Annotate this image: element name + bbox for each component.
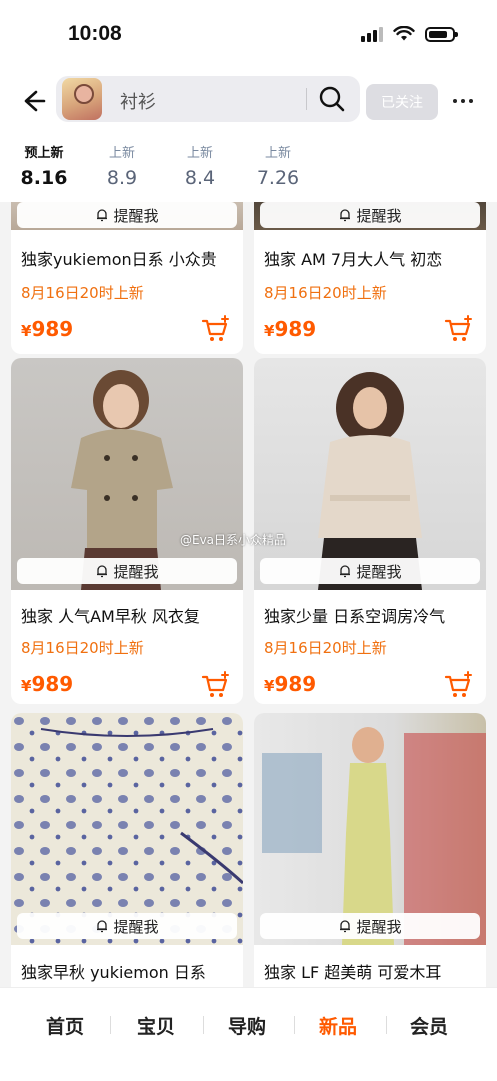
product-price: ¥989 <box>264 672 316 696</box>
price-currency: ¥ <box>21 677 32 695</box>
tab-8-16[interactable]: 预上新 8.16 <box>4 142 84 205</box>
nav-products[interactable]: 宝贝 <box>121 1012 191 1039</box>
add-to-cart-icon[interactable] <box>444 670 474 700</box>
price-value: 989 <box>274 317 317 341</box>
product-title[interactable]: 独家 AM 7月大人气 初恋 <box>264 246 442 270</box>
product-title[interactable]: 独家 人气AM早秋 风衣复 <box>21 603 200 627</box>
battery-icon <box>425 26 458 42</box>
tab-date: 8.16 <box>20 167 68 189</box>
model-figure <box>262 727 486 945</box>
remind-label: 提醒我 <box>356 562 402 581</box>
store-avatar <box>62 78 102 120</box>
tab-label: 上新 <box>264 146 291 161</box>
nav-home[interactable]: 首页 <box>30 1012 100 1039</box>
wifi-icon <box>393 26 415 41</box>
product-card[interactable]: 提醒我 独家 AM 7月大人气 初恋 8月16日20时上新 ¥989 <box>254 202 486 354</box>
tab-8-4[interactable]: 上新 8.4 <box>160 142 240 189</box>
more-icon[interactable] <box>448 88 478 114</box>
bell-icon <box>97 565 108 578</box>
follow-button[interactable]: 已关注 <box>366 84 438 120</box>
signal-icon <box>361 26 383 42</box>
product-image[interactable] <box>11 713 243 945</box>
tab-date: 7.26 <box>256 167 300 189</box>
product-price: ¥989 <box>264 317 316 341</box>
product-title[interactable]: 独家少量 日系空调房冷气 <box>264 603 445 627</box>
price-value: 989 <box>31 317 74 341</box>
launch-time: 8月16日20时上新 <box>264 639 387 657</box>
remind-label: 提醒我 <box>113 562 159 581</box>
tab-label: 上新 <box>186 146 213 161</box>
remind-button[interactable]: 提醒我 <box>17 558 237 584</box>
remind-button[interactable]: 提醒我 <box>260 202 480 228</box>
product-price: ¥989 <box>21 317 73 341</box>
back-arrow-icon[interactable] <box>16 84 50 118</box>
add-to-cart-icon[interactable] <box>201 670 231 700</box>
launch-time: 8月16日20时上新 <box>264 284 387 302</box>
remind-label: 提醒我 <box>356 206 402 225</box>
search-query[interactable]: 衬衫 <box>120 88 156 114</box>
nav-divider <box>386 1016 387 1034</box>
tab-label: 预上新 <box>24 146 64 161</box>
date-tabs: 预上新 8.16 上新 8.9 上新 8.4 上新 7.26 <box>0 130 497 205</box>
launch-time: 8月16日20时上新 <box>21 639 144 657</box>
remind-button[interactable]: 提醒我 <box>17 913 237 939</box>
nav-new-arrivals[interactable]: 新品 <box>303 1012 373 1039</box>
bottom-nav: 首页 宝贝 导购 新品 会员 <box>0 987 497 1081</box>
search-divider <box>306 88 307 110</box>
status-icons <box>361 26 458 42</box>
bell-icon <box>97 920 108 933</box>
launch-time: 8月16日20时上新 <box>21 284 144 302</box>
pattern-fabric <box>11 713 243 945</box>
product-image[interactable] <box>254 358 486 590</box>
tab-date: 8.9 <box>106 167 138 189</box>
remind-button[interactable]: 提醒我 <box>260 558 480 584</box>
store-header: 衬衫 已关注 <box>0 72 497 130</box>
tab-date: 8.4 <box>184 167 216 189</box>
price-currency: ¥ <box>264 677 275 695</box>
nav-guide[interactable]: 导购 <box>212 1012 282 1039</box>
product-card[interactable]: 提醒我 独家 LF 超美萌 可爱木耳 <box>254 713 486 987</box>
product-card[interactable]: 提醒我 独家少量 日系空调房冷气 8月16日20时上新 ¥989 <box>254 358 486 704</box>
product-grid: 提醒我 独家yukiemon日系 小众贵 8月16日20时上新 ¥989 提醒我… <box>0 202 497 987</box>
product-card[interactable]: 提醒我 独家早秋 yukiemon 日系 <box>11 713 243 987</box>
remind-label: 提醒我 <box>113 206 159 225</box>
remind-button[interactable]: 提醒我 <box>17 202 237 228</box>
tab-label: 上新 <box>108 146 135 161</box>
product-title[interactable]: 独家早秋 yukiemon 日系 <box>21 959 206 983</box>
product-title[interactable]: 独家yukiemon日系 小众贵 <box>21 246 217 270</box>
bell-icon <box>340 920 351 933</box>
status-bar: 10:08 <box>0 0 497 72</box>
nav-divider <box>294 1016 295 1034</box>
remind-label: 提醒我 <box>113 917 159 936</box>
price-currency: ¥ <box>264 322 275 340</box>
remind-label: 提醒我 <box>356 917 402 936</box>
tab-7-26[interactable]: 上新 7.26 <box>238 142 318 189</box>
model-figure <box>318 372 422 590</box>
nav-divider <box>203 1016 204 1034</box>
product-card[interactable]: 提醒我 独家yukiemon日系 小众贵 8月16日20时上新 ¥989 <box>11 202 243 354</box>
bell-icon <box>97 209 108 222</box>
search-icon[interactable] <box>318 85 346 113</box>
tab-8-9[interactable]: 上新 8.9 <box>82 142 162 189</box>
product-title[interactable]: 独家 LF 超美萌 可爱木耳 <box>264 959 441 983</box>
model-figure <box>71 370 173 590</box>
product-image[interactable] <box>11 358 243 590</box>
bell-icon <box>340 209 351 222</box>
search-bar[interactable]: 衬衫 <box>56 76 360 122</box>
status-time: 10:08 <box>68 22 122 45</box>
bell-icon <box>340 565 351 578</box>
product-image[interactable] <box>254 713 486 945</box>
nav-divider <box>110 1016 111 1034</box>
nav-membership[interactable]: 会员 <box>394 1012 464 1039</box>
price-value: 989 <box>274 672 317 696</box>
add-to-cart-icon[interactable] <box>444 314 474 344</box>
price-value: 989 <box>31 672 74 696</box>
product-price: ¥989 <box>21 672 73 696</box>
price-currency: ¥ <box>21 322 32 340</box>
watermark: @Eva日系小众精品 <box>180 533 287 547</box>
remind-button[interactable]: 提醒我 <box>260 913 480 939</box>
add-to-cart-icon[interactable] <box>201 314 231 344</box>
